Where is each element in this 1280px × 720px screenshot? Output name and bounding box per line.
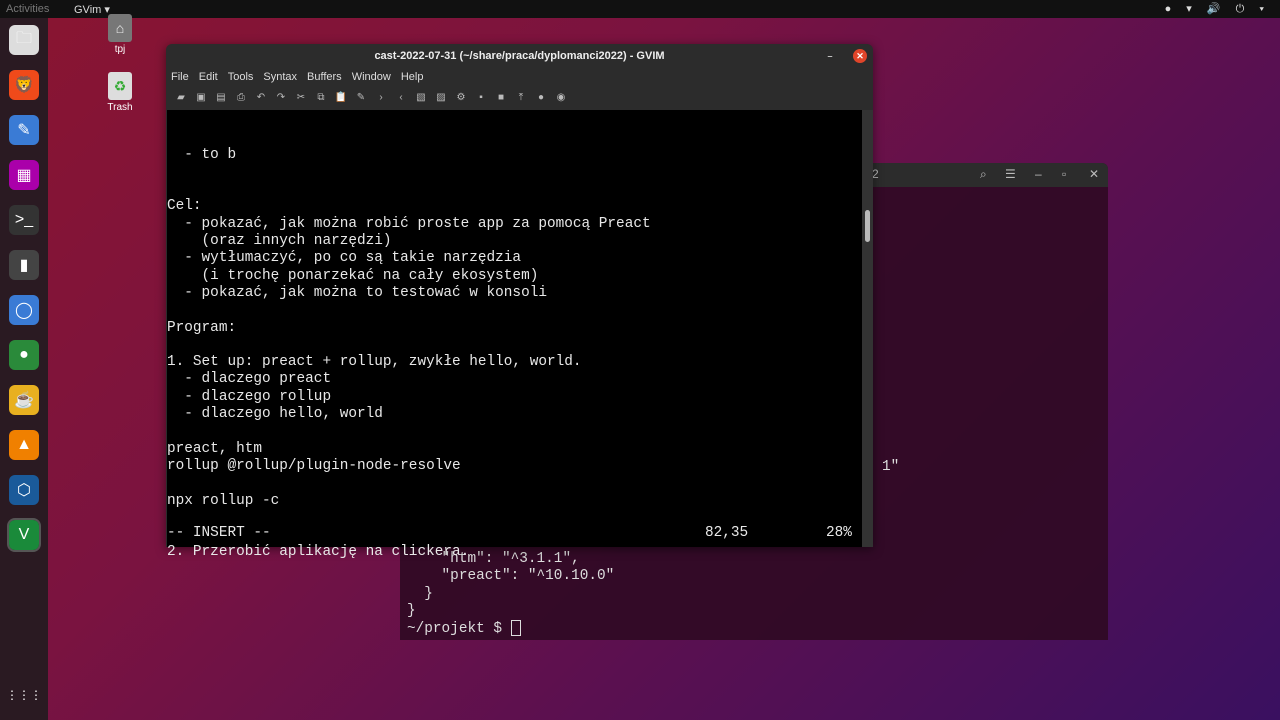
dock: 🗀 🦁 ✎ ▦ >_ ▮ ◯ ● ☕ ▲ ⬡ V ⋮⋮⋮ (0, 18, 48, 720)
editor-line: 1. Set up: preact + rollup, zwykłe hello… (167, 354, 582, 371)
editor-line: (oraz innych narzędzi) (167, 233, 392, 250)
files-icon[interactable]: 🗀 (9, 25, 39, 55)
make-icon[interactable]: ▪ (474, 92, 488, 103)
status-line: -- INSERT -- 82,35 28% (167, 525, 862, 543)
redo-icon[interactable]: ↷ (274, 92, 288, 103)
close-icon[interactable]: ✕ (853, 49, 867, 63)
menu-buffers[interactable]: Buffers (307, 71, 342, 83)
editor-line: - pokazać, jak można robić proste app za… (167, 215, 651, 232)
brave-icon[interactable]: 🦁 (9, 70, 39, 100)
scrollbar-thumb[interactable] (865, 210, 870, 242)
menu-bar: File Edit Tools Syntax Buffers Window Help (166, 68, 873, 86)
menu-icon[interactable]: ☰ (1005, 167, 1016, 181)
find-next-icon[interactable]: › (374, 92, 388, 103)
vlc-icon[interactable]: ▲ (9, 430, 39, 460)
chromium-icon[interactable]: ◯ (9, 295, 39, 325)
editor-line: (i trochę ponarzekać na cały ekosystem) (167, 267, 539, 284)
menu-tools[interactable]: Tools (228, 71, 254, 83)
top-bar: Activities GVim ▾ ● ▾ 🔊 ⏻ ▾ (0, 0, 1280, 18)
window-title: cast-2022-07-31 (~/share/praca/dyplomanc… (374, 50, 665, 62)
title-bar: cast-2022-07-31 (~/share/praca/dyplomanc… (166, 44, 873, 68)
home-icon: ⌂ (108, 14, 132, 42)
mode-indicator: -- INSERT -- (167, 525, 271, 541)
editor-buffer[interactable]: - to b Cel: - pokazać, jak można robić pr… (167, 110, 862, 560)
video-icon[interactable]: ▦ (9, 160, 39, 190)
print-icon[interactable]: ⎙ (234, 92, 248, 103)
terminal-title: 2 (872, 167, 879, 181)
terminal-text-fragment: 1" (882, 459, 900, 475)
open-icon[interactable]: ▰ (174, 92, 188, 103)
paste-icon[interactable]: 📋 (334, 92, 348, 103)
close-icon[interactable]: ✕ (1089, 167, 1099, 181)
editor-line: 2. Przerobić aplikację na clickera. (167, 544, 470, 561)
menu-syntax[interactable]: Syntax (263, 71, 297, 83)
desktop-trash[interactable]: ♻ Trash (100, 72, 140, 113)
load-session-icon[interactable]: ▧ (414, 92, 428, 103)
ctags-icon[interactable]: ■ (494, 92, 508, 103)
terminal-icon[interactable]: >_ (9, 205, 39, 235)
save-icon[interactable]: ▣ (194, 92, 208, 103)
editor-line: - dlaczego hello, world (167, 406, 383, 423)
kdenlive-icon[interactable]: ▮ (9, 250, 39, 280)
editor-line: - pokazać, jak można to testować w konso… (167, 284, 547, 301)
editor-line: Cel: (167, 198, 202, 215)
run-script-icon[interactable]: ⚙ (454, 92, 468, 103)
scroll-percent: 28% (826, 525, 852, 541)
desktop-home[interactable]: ⌂ tpj (100, 14, 140, 55)
editor-line: rollup @rollup/plugin-node-resolve (167, 457, 461, 474)
text-editor-icon[interactable]: ✎ (9, 115, 39, 145)
globe-icon[interactable]: ● (9, 340, 39, 370)
virtualbox-icon[interactable]: ⬡ (9, 475, 39, 505)
find-help-icon[interactable]: ◉ (554, 92, 568, 103)
save-all-icon[interactable]: ▤ (214, 92, 228, 103)
home-label: tpj (114, 44, 126, 55)
menu-help[interactable]: Help (401, 71, 424, 83)
maximize-icon[interactable]: ▫ (1062, 167, 1066, 181)
cursor-position: 82,35 (705, 525, 749, 541)
trash-label: Trash (107, 102, 133, 113)
search-icon[interactable]: ⌕ (980, 167, 987, 182)
editor-line: - wytłumaczyć, po co są takie narzędzia (167, 250, 522, 267)
help-icon[interactable]: ● (534, 92, 548, 103)
trash-icon: ♻ (108, 72, 132, 100)
menu-window[interactable]: Window (352, 71, 391, 83)
prompt: ~/projekt $ (407, 620, 511, 637)
system-tray[interactable]: ● ▾ 🔊 ⏻ ▾ (1165, 2, 1270, 16)
editor-line: - dlaczego rollup (167, 388, 332, 405)
editor-line: preact, htm (167, 440, 262, 457)
copy-icon[interactable]: ⧉ (314, 92, 328, 103)
editor-line: npx rollup -c (167, 492, 280, 509)
cut-icon[interactable]: ✂ (294, 92, 308, 103)
teapot-icon[interactable]: ☕ (9, 385, 39, 415)
editor-line: Program: (167, 319, 237, 336)
terminal-cursor (510, 620, 521, 637)
show-apps-icon[interactable]: ⋮⋮⋮ (6, 680, 42, 710)
save-session-icon[interactable]: ▨ (434, 92, 448, 103)
gvim-window[interactable]: cast-2022-07-31 (~/share/praca/dyplomanc… (166, 44, 873, 560)
activities-button[interactable]: Activities (6, 3, 49, 15)
editor-line: - to b (167, 146, 237, 163)
undo-icon[interactable]: ↶ (254, 92, 268, 103)
scrollbar[interactable] (862, 110, 873, 547)
maximize-icon[interactable] (831, 49, 845, 63)
toolbar: ▰ ▣ ▤ ⎙ ↶ ↷ ✂ ⧉ 📋 ✎ › ‹ ▧ ▨ ⚙ ▪ ■ ⤒ ● ◉ (166, 86, 873, 109)
find-prev-icon[interactable]: ‹ (394, 92, 408, 103)
find-replace-icon[interactable]: ✎ (354, 92, 368, 103)
gvim-icon[interactable]: V (7, 518, 41, 552)
terminal-prompt-line[interactable]: ~/projekt $ (407, 620, 614, 638)
editor-line: - dlaczego preact (167, 371, 332, 388)
menu-edit[interactable]: Edit (199, 71, 218, 83)
minimize-icon[interactable]: – (1035, 167, 1042, 181)
menu-file[interactable]: File (171, 71, 189, 83)
jump-tag-icon[interactable]: ⤒ (514, 92, 528, 103)
